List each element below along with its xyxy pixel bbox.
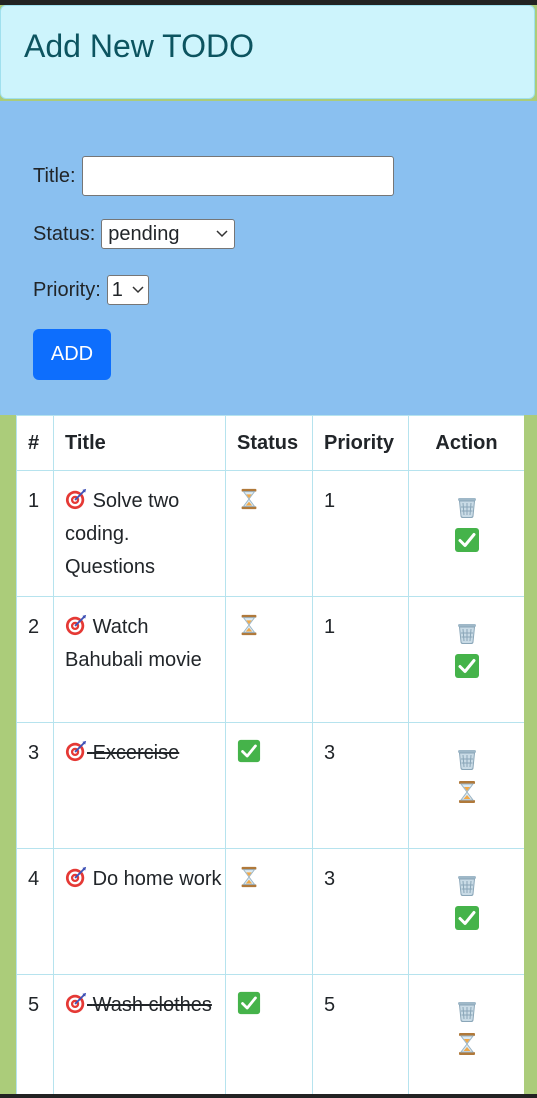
row-title-text: Excercise — [65, 740, 180, 764]
todo-table: # Title Status Priority Action 1 Solve t… — [16, 415, 524, 1094]
check-icon — [237, 739, 261, 764]
row-number: 4 — [16, 848, 54, 975]
row-title-cell: Solve two coding. Questions — [53, 470, 226, 597]
row-number: 3 — [16, 722, 54, 849]
row-title-text: Do home work — [65, 866, 222, 890]
table-header-row: # Title Status Priority Action — [16, 415, 524, 471]
page-title: Add New TODO — [24, 28, 255, 64]
todo-table-body: 1 Solve two coding. Questions 1 2 Watch Ba… — [16, 470, 524, 1094]
row-action-cell — [408, 722, 524, 849]
priority-select[interactable]: 1 — [106, 275, 149, 305]
status-select-value: pending — [108, 222, 180, 245]
row-title-cell: Do home work — [53, 848, 226, 975]
row-action-cell — [408, 974, 524, 1094]
row-title: Excercise — [92, 742, 180, 764]
row-status-cell — [225, 974, 313, 1094]
check-icon — [237, 991, 261, 1016]
row-number: 2 — [16, 596, 54, 723]
target-icon — [65, 992, 87, 1016]
row-status-cell — [225, 722, 313, 849]
row-title-text: Solve two coding. Questions — [65, 488, 179, 578]
chevron-down-icon — [132, 283, 144, 297]
row-number: 5 — [16, 974, 54, 1094]
table-row: 4 Do home work 3 — [16, 848, 524, 975]
todo-table-container: # Title Status Priority Action 1 Solve t… — [16, 415, 524, 1094]
title-label: Title: — [33, 164, 76, 187]
table-row: 3 Excercise 3 — [16, 722, 524, 849]
hourglass-icon[interactable] — [409, 779, 524, 805]
hourglass-icon[interactable] — [409, 1031, 524, 1057]
trash-icon[interactable] — [409, 997, 524, 1023]
row-status-cell — [225, 848, 313, 975]
bottom-edge — [0, 1094, 537, 1098]
row-action-cell — [408, 848, 524, 975]
target-icon — [65, 740, 87, 764]
row-title-cell: Wash clothes — [53, 974, 226, 1094]
table-row: 1 Solve two coding. Questions 1 — [16, 470, 524, 597]
row-priority: 1 — [312, 470, 409, 597]
row-priority: 3 — [312, 722, 409, 849]
hourglass-icon — [237, 488, 261, 512]
target-icon — [65, 866, 87, 890]
check-icon[interactable] — [409, 905, 524, 931]
status-select[interactable]: pending — [101, 219, 236, 249]
row-title-text: Wash clothes — [65, 992, 212, 1016]
header-priority: Priority — [312, 415, 409, 471]
header-title: Title — [53, 415, 226, 471]
check-icon[interactable] — [409, 653, 524, 679]
row-title-text: Watch Bahubali movie — [65, 614, 202, 671]
row-priority: 1 — [312, 596, 409, 723]
row-title-cell: Excercise — [53, 722, 226, 849]
priority-label: Priority: — [33, 278, 101, 301]
priority-row: Priority: 1 — [33, 275, 149, 305]
add-todo-form: Title: Status: pending Priority: 1 ADD — [0, 101, 537, 415]
table-row: 2 Watch Bahubali movie 1 — [16, 596, 524, 723]
hourglass-icon — [237, 866, 261, 890]
trash-icon[interactable] — [409, 493, 524, 519]
priority-select-value: 1 — [111, 278, 123, 301]
trash-icon[interactable] — [409, 619, 524, 645]
title-input[interactable] — [81, 156, 394, 196]
header-status: Status — [225, 415, 313, 471]
row-title: Do home work — [92, 868, 222, 890]
trash-icon[interactable] — [409, 745, 524, 771]
table-row: 5 Wash clothes 5 — [16, 974, 524, 1094]
row-action-cell — [408, 470, 524, 597]
row-priority: 3 — [312, 848, 409, 975]
trash-icon[interactable] — [409, 871, 524, 897]
row-priority: 5 — [312, 974, 409, 1094]
status-label: Status: — [33, 222, 96, 245]
target-icon — [65, 614, 87, 638]
hourglass-icon — [237, 614, 261, 638]
header-num: # — [16, 415, 54, 471]
row-title-cell: Watch Bahubali movie — [53, 596, 226, 723]
add-button[interactable]: ADD — [33, 329, 111, 380]
row-status-cell — [225, 470, 313, 597]
row-action-cell — [408, 596, 524, 723]
title-row: Title: — [33, 156, 394, 196]
status-row: Status: pending — [33, 219, 236, 249]
row-status-cell — [225, 596, 313, 723]
target-icon — [65, 488, 87, 512]
row-number: 1 — [16, 470, 54, 597]
chevron-down-icon — [216, 227, 228, 241]
page-header: Add New TODO — [0, 5, 535, 99]
header-action: Action — [408, 415, 524, 471]
row-title: Wash clothes — [92, 994, 212, 1016]
check-icon[interactable] — [409, 527, 524, 553]
